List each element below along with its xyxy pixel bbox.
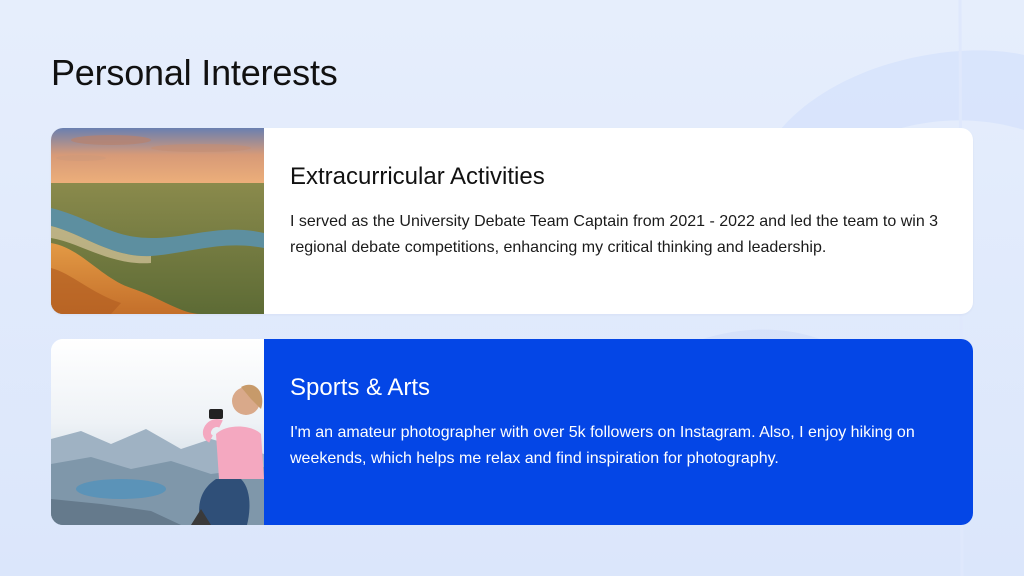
card-content: Extracurricular Activities I served as t…	[264, 128, 973, 314]
page-title: Personal Interests	[51, 52, 338, 93]
card-description: I'm an amateur photographer with over 5k…	[290, 424, 915, 467]
card-content: Sports & Arts I'm an amateur photographe…	[264, 339, 973, 525]
interest-card-extracurricular: Extracurricular Activities I served as t…	[51, 128, 973, 314]
card-title: Sports & Arts	[290, 374, 431, 401]
river-canyon-photo	[51, 128, 264, 314]
card-title: Extracurricular Activities	[290, 163, 545, 190]
hiker-photographer-photo	[51, 339, 264, 525]
interest-card-sports-arts: Sports & Arts I'm an amateur photographe…	[51, 339, 973, 525]
card-description: I served as the University Debate Team C…	[290, 213, 939, 256]
